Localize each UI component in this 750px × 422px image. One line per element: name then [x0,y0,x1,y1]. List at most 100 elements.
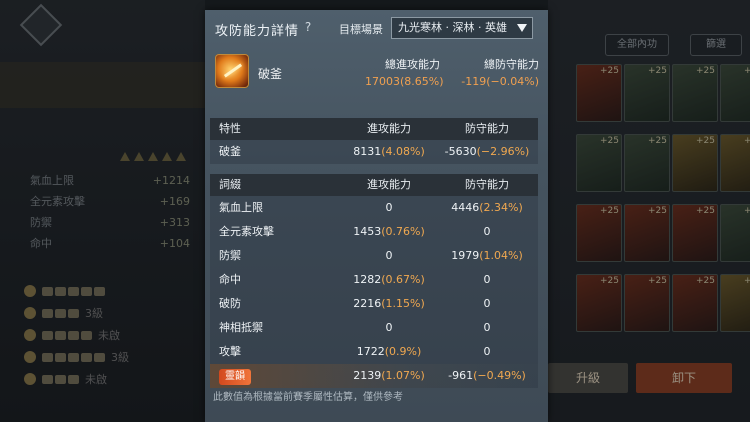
background-effect-list: 3級 未啟 3級 未啟 [24,280,204,390]
background-stat-row: 全元素攻擊 +169 [30,191,190,212]
total-defense-value: -119(−0.04%) [461,75,539,88]
background-effect-row[interactable]: 未啟 [24,368,204,390]
filter-button[interactable]: 篩選 [690,34,742,56]
inventory-item[interactable]: +25 [672,274,718,332]
defense-cell: 0 [483,321,491,334]
stat-label: 防禦 [30,216,52,229]
inventory-item[interactable]: +25 [576,64,622,122]
highlight-tag: 靈韻 [219,369,251,385]
attack-cell: 0 [385,321,393,334]
row-name: 防禦 [219,249,241,262]
total-attack-value: 17003(8.65%) [365,75,444,88]
total-defense-label: 總防守能力 [484,58,539,71]
row-name: 破防 [219,297,241,310]
table-row: 全元素攻擊 1453(0.76%) 0 [210,220,538,244]
inventory-item[interactable]: +25 [720,274,750,332]
effect-icon [24,373,36,385]
inventory-item[interactable]: +25 [576,204,622,262]
inventory-item[interactable]: +25 [624,64,670,122]
attack-cell: 0 [385,249,393,262]
background-selected-card [0,62,205,108]
traits-table-header: 特性 進攻能力 防守能力 [210,118,538,140]
effect-level: 3級 [85,307,103,320]
row-name: 命中 [219,273,241,286]
upgrade-button[interactable]: 升級 [548,363,628,393]
background-effect-row[interactable] [24,280,204,302]
defense-cell: -5630(−2.96%) [444,145,530,158]
background-stat-list: 氣血上限 +1214 全元素攻擊 +169 防禦 +313 命中 +104 [30,170,190,254]
column-header: 進攻能力 [367,178,411,191]
background-stat-row: 防禦 +313 [30,212,190,233]
attack-cell: 1282(0.67%) [353,273,425,286]
stat-label: 命中 [30,237,52,250]
column-header: 特性 [219,122,241,135]
table-row: 破釜 8131(4.08%) -5630(−2.96%) [210,140,538,164]
table-row: 氣血上限 0 4446(2.34%) [210,196,538,220]
table-row: 攻擊 1722(0.9%) 0 [210,340,538,364]
column-header: 防守能力 [465,122,509,135]
inventory-item[interactable]: +25 [576,274,622,332]
row-name: 破釜 [219,145,241,158]
entries-table: 詞綴 進攻能力 防守能力 氣血上限 0 4446(2.34%) 全元素攻擊 14… [210,174,538,388]
column-header: 防守能力 [465,178,509,191]
stats-detail-dialog: 攻防能力詳情 ? 目標場景 九光寒林 · 深林 · 英雄 破釜 總進攻能力 17… [205,10,548,422]
inventory-item[interactable]: +25 [576,134,622,192]
inventory-item[interactable]: +25 [624,134,670,192]
inventory-item[interactable]: +25 [624,274,670,332]
inventory-item[interactable]: +25 [720,64,750,122]
stat-value: +313 [159,216,190,229]
table-row: 神相抵禦 0 0 [210,316,538,340]
inventory-item[interactable]: +25 [672,64,718,122]
table-row: 命中 1282(0.67%) 0 [210,268,538,292]
stat-label: 全元素攻擊 [30,195,85,208]
attack-cell: 1453(0.76%) [353,225,425,238]
unload-button[interactable]: 卸下 [636,363,732,393]
background-effect-row[interactable]: 未啟 [24,324,204,346]
help-icon[interactable]: ? [301,20,315,34]
inventory-item[interactable]: +25 [624,204,670,262]
chevron-down-icon [517,24,527,32]
table-row: 防禦 0 1979(1.04%) [210,244,538,268]
total-attack: 總進攻能力 17003(8.65%) [365,56,444,88]
column-header: 詞綴 [219,178,241,191]
defense-cell: 1979(1.04%) [451,249,523,262]
dialog-header: 攻防能力詳情 ? 目標場景 九光寒林 · 深林 · 英雄 [205,10,548,48]
row-name: 氣血上限 [219,201,263,214]
target-scene-label: 目標場景 [339,23,383,36]
total-defense: 總防守能力 -119(−0.04%) [455,56,539,88]
estimation-footnote: 此數值為根據當前賽季屬性估算，僅供參考 [213,392,403,403]
column-header: 進攻能力 [367,122,411,135]
inventory-item[interactable]: +25 [672,134,718,192]
background-effect-row[interactable]: 3級 [24,302,204,324]
target-scene-select[interactable]: 九光寒林 · 深林 · 英雄 [391,17,533,39]
dialog-title: 攻防能力詳情 [215,24,300,39]
skill-name: 破釜 [258,67,283,81]
defense-cell: 4446(2.34%) [451,201,523,214]
background-effect-row[interactable]: 3級 [24,346,204,368]
row-name: 全元素攻擊 [219,225,274,238]
target-scene-value: 九光寒林 · 深林 · 英雄 [398,21,507,34]
attack-cell: 2139(1.07%) [353,369,425,382]
traits-table: 特性 進攻能力 防守能力 破釜 8131(4.08%) -5630(−2.96%… [210,118,538,164]
background-stat-row: 命中 +104 [30,233,190,254]
inventory-item[interactable]: +25 [720,204,750,262]
attack-cell: 8131(4.08%) [353,145,425,158]
attack-cell: 1722(0.9%) [356,345,422,358]
background-stat-row: 氣血上限 +1214 [30,170,190,191]
inventory-item[interactable]: +25 [672,204,718,262]
total-attack-label: 總進攻能力 [385,58,440,71]
effect-icon [24,285,36,297]
attack-cell: 2216(1.15%) [353,297,425,310]
effect-icon [24,329,36,341]
stat-value: +104 [159,237,190,250]
filter-all-button[interactable]: 全部內功 [605,34,669,56]
effect-level: 3級 [111,351,129,364]
effect-icon [24,307,36,319]
skill-icon [215,54,249,88]
inventory-item[interactable]: +25 [720,134,750,192]
entries-table-header: 詞綴 進攻能力 防守能力 [210,174,538,196]
attack-cell: 0 [385,201,393,214]
defense-cell: 0 [483,297,491,310]
row-name: 攻擊 [219,345,241,358]
defense-cell: 0 [483,273,491,286]
